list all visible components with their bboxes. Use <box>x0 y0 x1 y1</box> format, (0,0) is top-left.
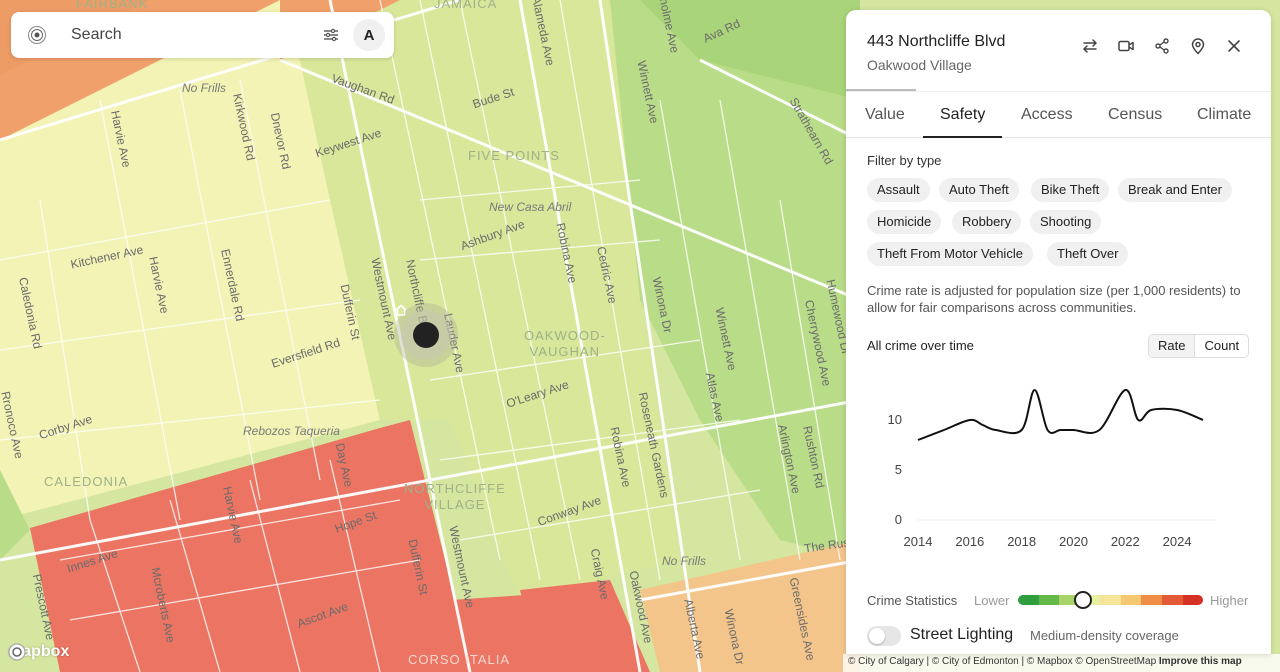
filter-chip-assault[interactable]: Assault <box>867 178 930 202</box>
scale-segment <box>1141 595 1162 605</box>
video-icon[interactable] <box>1117 37 1135 55</box>
attribution-text[interactable]: © City of Calgary | © City of Edmonton |… <box>848 656 1156 667</box>
tab-access[interactable]: Access <box>1021 106 1073 124</box>
address-title: 443 Northcliffe Blvd <box>867 33 1006 50</box>
x-tick-label: 2020 <box>1059 534 1088 549</box>
filter-chip-bike-theft[interactable]: Bike Theft <box>1031 178 1110 202</box>
x-tick-label: 2024 <box>1163 534 1192 549</box>
share-icon[interactable] <box>1153 37 1171 55</box>
area-label: FIVE POINTS <box>468 148 560 163</box>
improve-map-link[interactable]: Improve this map <box>1159 656 1242 667</box>
crime-scale-marker <box>1073 591 1092 609</box>
filter-chip-homicide[interactable]: Homicide <box>867 210 942 234</box>
place-label[interactable]: No Frills <box>662 554 706 568</box>
close-icon[interactable] <box>1225 37 1243 55</box>
filter-chip-break-and-enter[interactable]: Break and Enter <box>1118 178 1232 202</box>
location-pin-icon[interactable] <box>1189 37 1207 55</box>
tab-bar: Value Safety Access Census Climate <box>846 91 1271 138</box>
place-label[interactable]: Rebozos Taqueria <box>243 424 340 438</box>
y-tick-label: 10 <box>888 412 902 427</box>
scale-higher-label: Higher <box>1210 593 1249 608</box>
avatar[interactable]: A <box>353 19 385 51</box>
search-bar[interactable]: Search A <box>11 12 394 58</box>
filter-chip-theft-over[interactable]: Theft Over <box>1047 242 1129 266</box>
swap-icon[interactable] <box>1081 37 1099 55</box>
panel-actions <box>1081 37 1243 55</box>
map-attribution: © City of Calgary | © City of Edmonton |… <box>843 654 1280 672</box>
street-lighting-description: Medium-density coverage <box>1030 628 1179 643</box>
neighbourhood-name: Oakwood Village <box>867 57 972 73</box>
x-tick-label: 2016 <box>955 534 984 549</box>
search-input[interactable]: Search <box>71 26 321 44</box>
area-label: FAIRBANK <box>76 0 149 11</box>
tab-climate[interactable]: Climate <box>1197 106 1251 124</box>
street-lighting-label: Street Lighting <box>910 626 1014 643</box>
scale-segment <box>1038 595 1060 605</box>
x-tick-label: 2014 <box>904 534 933 549</box>
mapbox-icon <box>8 643 26 661</box>
crime-statistics-label: Crime Statistics <box>867 593 958 608</box>
scale-segment <box>1161 595 1183 605</box>
scale-segment <box>1018 595 1039 605</box>
mapbox-logo[interactable]: mapbox <box>8 643 69 661</box>
home-icon <box>395 304 439 348</box>
crime-series-line <box>917 388 1204 441</box>
area-label: NORTHCLIFFE VILLAGE <box>404 481 506 512</box>
filter-chip-theft-from-motor-vehicle[interactable]: Theft From Motor Vehicle <box>867 242 1033 266</box>
tab-value[interactable]: Value <box>865 106 905 124</box>
scale-segment <box>1120 595 1142 605</box>
tab-census[interactable]: Census <box>1108 106 1162 124</box>
area-label: JAMAICA <box>434 0 498 11</box>
tab-safety[interactable]: Safety <box>940 106 985 124</box>
crime-scale-bar <box>1018 595 1203 605</box>
filter-sliders-icon[interactable] <box>321 25 341 45</box>
x-tick-label: 2022 <box>1111 534 1140 549</box>
count-toggle-button[interactable]: Count <box>1195 335 1248 357</box>
y-tick-label: 0 <box>895 512 902 527</box>
area-label: CORSO ITALIA <box>408 652 511 667</box>
toggle-knob <box>869 628 885 644</box>
filter-chip-shooting[interactable]: Shooting <box>1030 210 1102 234</box>
scale-lower-label: Lower <box>974 593 1010 608</box>
target-icon[interactable] <box>26 24 48 46</box>
home-marker[interactable] <box>394 303 458 367</box>
x-tick-label: 2018 <box>1007 534 1036 549</box>
rate-toggle-button[interactable]: Rate <box>1149 335 1196 357</box>
chart-title: All crime over time <box>867 338 974 353</box>
filter-chip-robbery[interactable]: Robbery <box>952 210 1022 234</box>
details-panel: 443 Northcliffe Blvd Oakwood Village Val… <box>846 10 1271 654</box>
scale-segment <box>1182 595 1203 605</box>
y-tick-label: 5 <box>895 462 902 477</box>
place-label[interactable]: No Frills <box>182 81 226 95</box>
area-label: CALEDONIA <box>44 474 129 489</box>
crime-rate-note: Crime rate is adjusted for population si… <box>867 283 1241 315</box>
place-label[interactable]: New Casa Abril <box>489 200 571 214</box>
filter-title: Filter by type <box>867 153 942 168</box>
street-lighting-toggle[interactable] <box>867 626 901 646</box>
filter-chip-auto-theft[interactable]: Auto Theft <box>939 178 1019 202</box>
rate-count-toggle: Rate Count <box>1148 334 1250 358</box>
area-label: OAKWOOD- VAUGHAN <box>524 328 606 359</box>
crime-line-chart: 0 5 10 2014 2016 2018 2020 2022 2024 <box>888 388 1216 549</box>
active-tab-indicator <box>923 136 1002 138</box>
scale-segment <box>1100 595 1121 605</box>
